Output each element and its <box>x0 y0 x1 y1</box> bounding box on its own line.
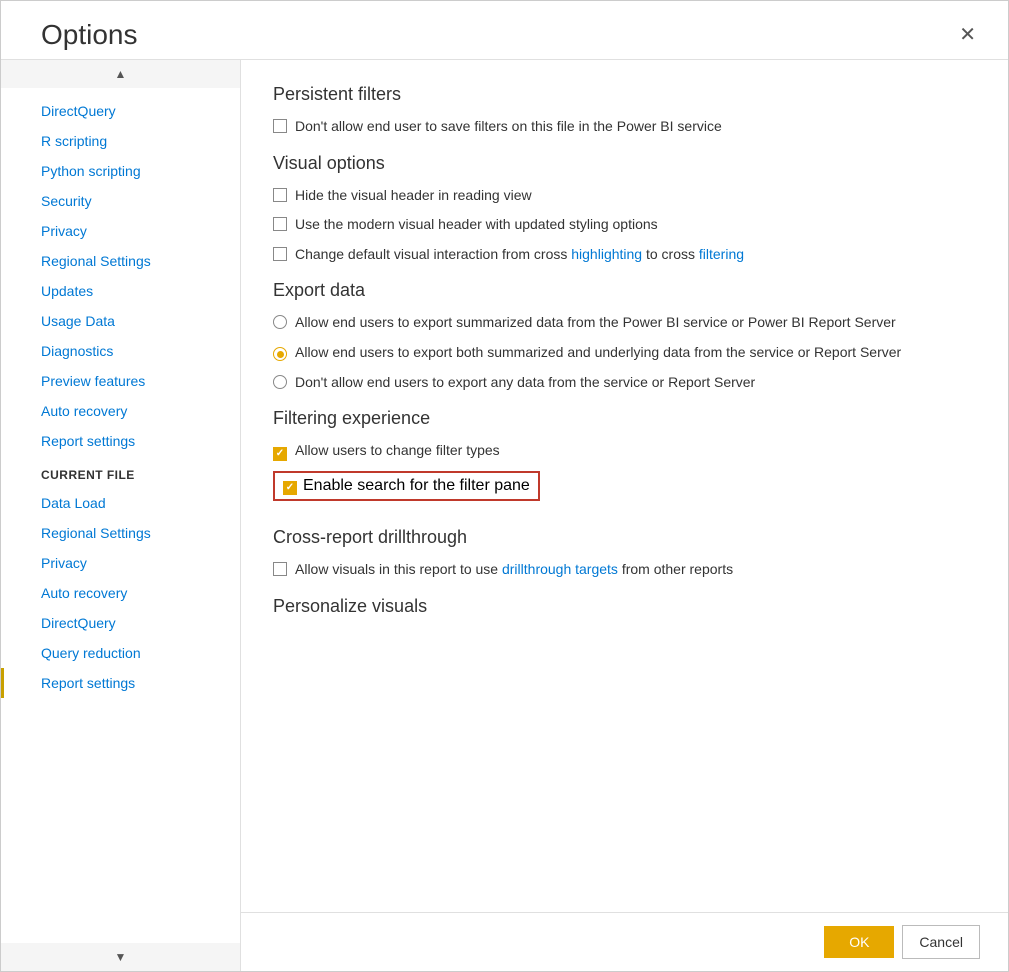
label-visual-3: Change default visual interaction from c… <box>295 245 744 265</box>
link-filtering[interactable]: filtering <box>699 246 744 262</box>
option-filter-1: Allow users to change filter types <box>273 441 976 461</box>
checkbox-icon-cross-report-1[interactable] <box>273 562 287 576</box>
checkbox-icon-visual-1[interactable] <box>273 188 287 202</box>
sidebar-item-report-settings-file[interactable]: Report settings <box>1 668 240 698</box>
link-highlighting[interactable]: highlighting <box>571 246 642 262</box>
section-title-export-data: Export data <box>273 280 976 301</box>
label-filter-1: Allow users to change filter types <box>295 441 500 461</box>
current-file-header: CURRENT FILE <box>1 456 240 488</box>
option-persistent-filters-1: Don't allow end user to save filters on … <box>273 117 976 137</box>
cancel-button[interactable]: Cancel <box>902 925 980 959</box>
sidebar-item-r-scripting[interactable]: R scripting <box>1 126 240 156</box>
checkbox-filter-2[interactable] <box>283 477 297 495</box>
checkbox-visual-1[interactable] <box>273 188 287 205</box>
checkbox-visual-2[interactable] <box>273 217 287 234</box>
radio-icon-export-2[interactable] <box>273 347 287 361</box>
label-visual-2: Use the modern visual header with update… <box>295 215 658 235</box>
label-visual-1: Hide the visual header in reading view <box>295 186 532 206</box>
option-export-2: Allow end users to export both summarize… <box>273 343 976 363</box>
sidebar: ▲ DirectQuery R scripting Python scripti… <box>1 60 241 971</box>
checkbox-icon-visual-2[interactable] <box>273 217 287 231</box>
label-cross-report-1: Allow visuals in this report to use dril… <box>295 560 733 580</box>
sidebar-item-diagnostics[interactable]: Diagnostics <box>1 336 240 366</box>
sidebar-item-report-settings-global[interactable]: Report settings <box>1 426 240 456</box>
radio-export-3[interactable] <box>273 375 287 392</box>
sidebar-item-usage-data[interactable]: Usage Data <box>1 306 240 336</box>
option-visual-2: Use the modern visual header with update… <box>273 215 976 235</box>
section-title-filtering-experience: Filtering experience <box>273 408 976 429</box>
dialog-title: Options <box>41 19 138 51</box>
option-filter-2-highlighted: Enable search for the filter pane <box>273 471 540 501</box>
label-export-3: Don't allow end users to export any data… <box>295 373 755 393</box>
checkbox-cross-report-1[interactable] <box>273 562 287 579</box>
option-visual-1: Hide the visual header in reading view <box>273 186 976 206</box>
checkbox-icon-filter-1[interactable] <box>273 447 287 461</box>
main-content: Persistent filters Don't allow end user … <box>241 60 1008 971</box>
sidebar-item-python-scripting[interactable]: Python scripting <box>1 156 240 186</box>
checkbox-icon-visual-3[interactable] <box>273 247 287 261</box>
checkbox-visual-3[interactable] <box>273 247 287 264</box>
sidebar-item-query-reduction[interactable]: Query reduction <box>1 638 240 668</box>
option-export-1: Allow end users to export summarized dat… <box>273 313 976 333</box>
content-scroll-area: Persistent filters Don't allow end user … <box>241 60 1008 912</box>
radio-icon-export-3[interactable] <box>273 375 287 389</box>
sidebar-scroll-up-button[interactable]: ▲ <box>1 60 240 88</box>
section-title-cross-report: Cross-report drillthrough <box>273 527 976 548</box>
dialog-body: ▲ DirectQuery R scripting Python scripti… <box>1 59 1008 971</box>
sidebar-item-privacy-file[interactable]: Privacy <box>1 548 240 578</box>
sidebar-item-regional-settings[interactable]: Regional Settings <box>1 246 240 276</box>
section-title-personalize-visuals: Personalize visuals <box>273 596 976 617</box>
sidebar-item-directquery[interactable]: DirectQuery <box>1 96 240 126</box>
dialog-titlebar: Options ✕ <box>1 1 1008 59</box>
close-button[interactable]: ✕ <box>951 21 984 49</box>
ok-button[interactable]: OK <box>824 926 894 958</box>
sidebar-item-data-load[interactable]: Data Load <box>1 488 240 518</box>
sidebar-item-regional-settings-file[interactable]: Regional Settings <box>1 518 240 548</box>
option-export-3: Don't allow end users to export any data… <box>273 373 976 393</box>
radio-export-1[interactable] <box>273 315 287 332</box>
checkbox-filter-1[interactable] <box>273 443 287 461</box>
checkbox-persistent-filters-1[interactable] <box>273 119 287 136</box>
sidebar-item-security[interactable]: Security <box>1 186 240 216</box>
label-export-2: Allow end users to export both summarize… <box>295 343 901 363</box>
dialog-footer: OK Cancel <box>241 912 1008 971</box>
radio-icon-export-1[interactable] <box>273 315 287 329</box>
sidebar-scroll-area: DirectQuery R scripting Python scripting… <box>1 88 240 943</box>
options-dialog: Options ✕ ▲ DirectQuery R scripting Pyth… <box>0 0 1009 972</box>
radio-export-2[interactable] <box>273 345 287 362</box>
sidebar-item-directquery-file[interactable]: DirectQuery <box>1 608 240 638</box>
sidebar-scroll-down-button[interactable]: ▼ <box>1 943 240 971</box>
option-cross-report-1: Allow visuals in this report to use dril… <box>273 560 976 580</box>
sidebar-item-auto-recovery-file[interactable]: Auto recovery <box>1 578 240 608</box>
sidebar-item-privacy[interactable]: Privacy <box>1 216 240 246</box>
sidebar-item-preview-features[interactable]: Preview features <box>1 366 240 396</box>
option-visual-3: Change default visual interaction from c… <box>273 245 976 265</box>
section-title-visual-options: Visual options <box>273 153 976 174</box>
checkbox-icon-persistent-filters-1[interactable] <box>273 119 287 133</box>
section-title-persistent-filters: Persistent filters <box>273 84 976 105</box>
link-drillthrough-targets[interactable]: drillthrough targets <box>502 561 618 577</box>
label-export-1: Allow end users to export summarized dat… <box>295 313 896 333</box>
label-filter-2: Enable search for the filter pane <box>303 477 530 495</box>
checkbox-icon-filter-2[interactable] <box>283 481 297 495</box>
sidebar-item-updates[interactable]: Updates <box>1 276 240 306</box>
label-persistent-filters-1: Don't allow end user to save filters on … <box>295 117 722 137</box>
sidebar-item-auto-recovery-global[interactable]: Auto recovery <box>1 396 240 426</box>
